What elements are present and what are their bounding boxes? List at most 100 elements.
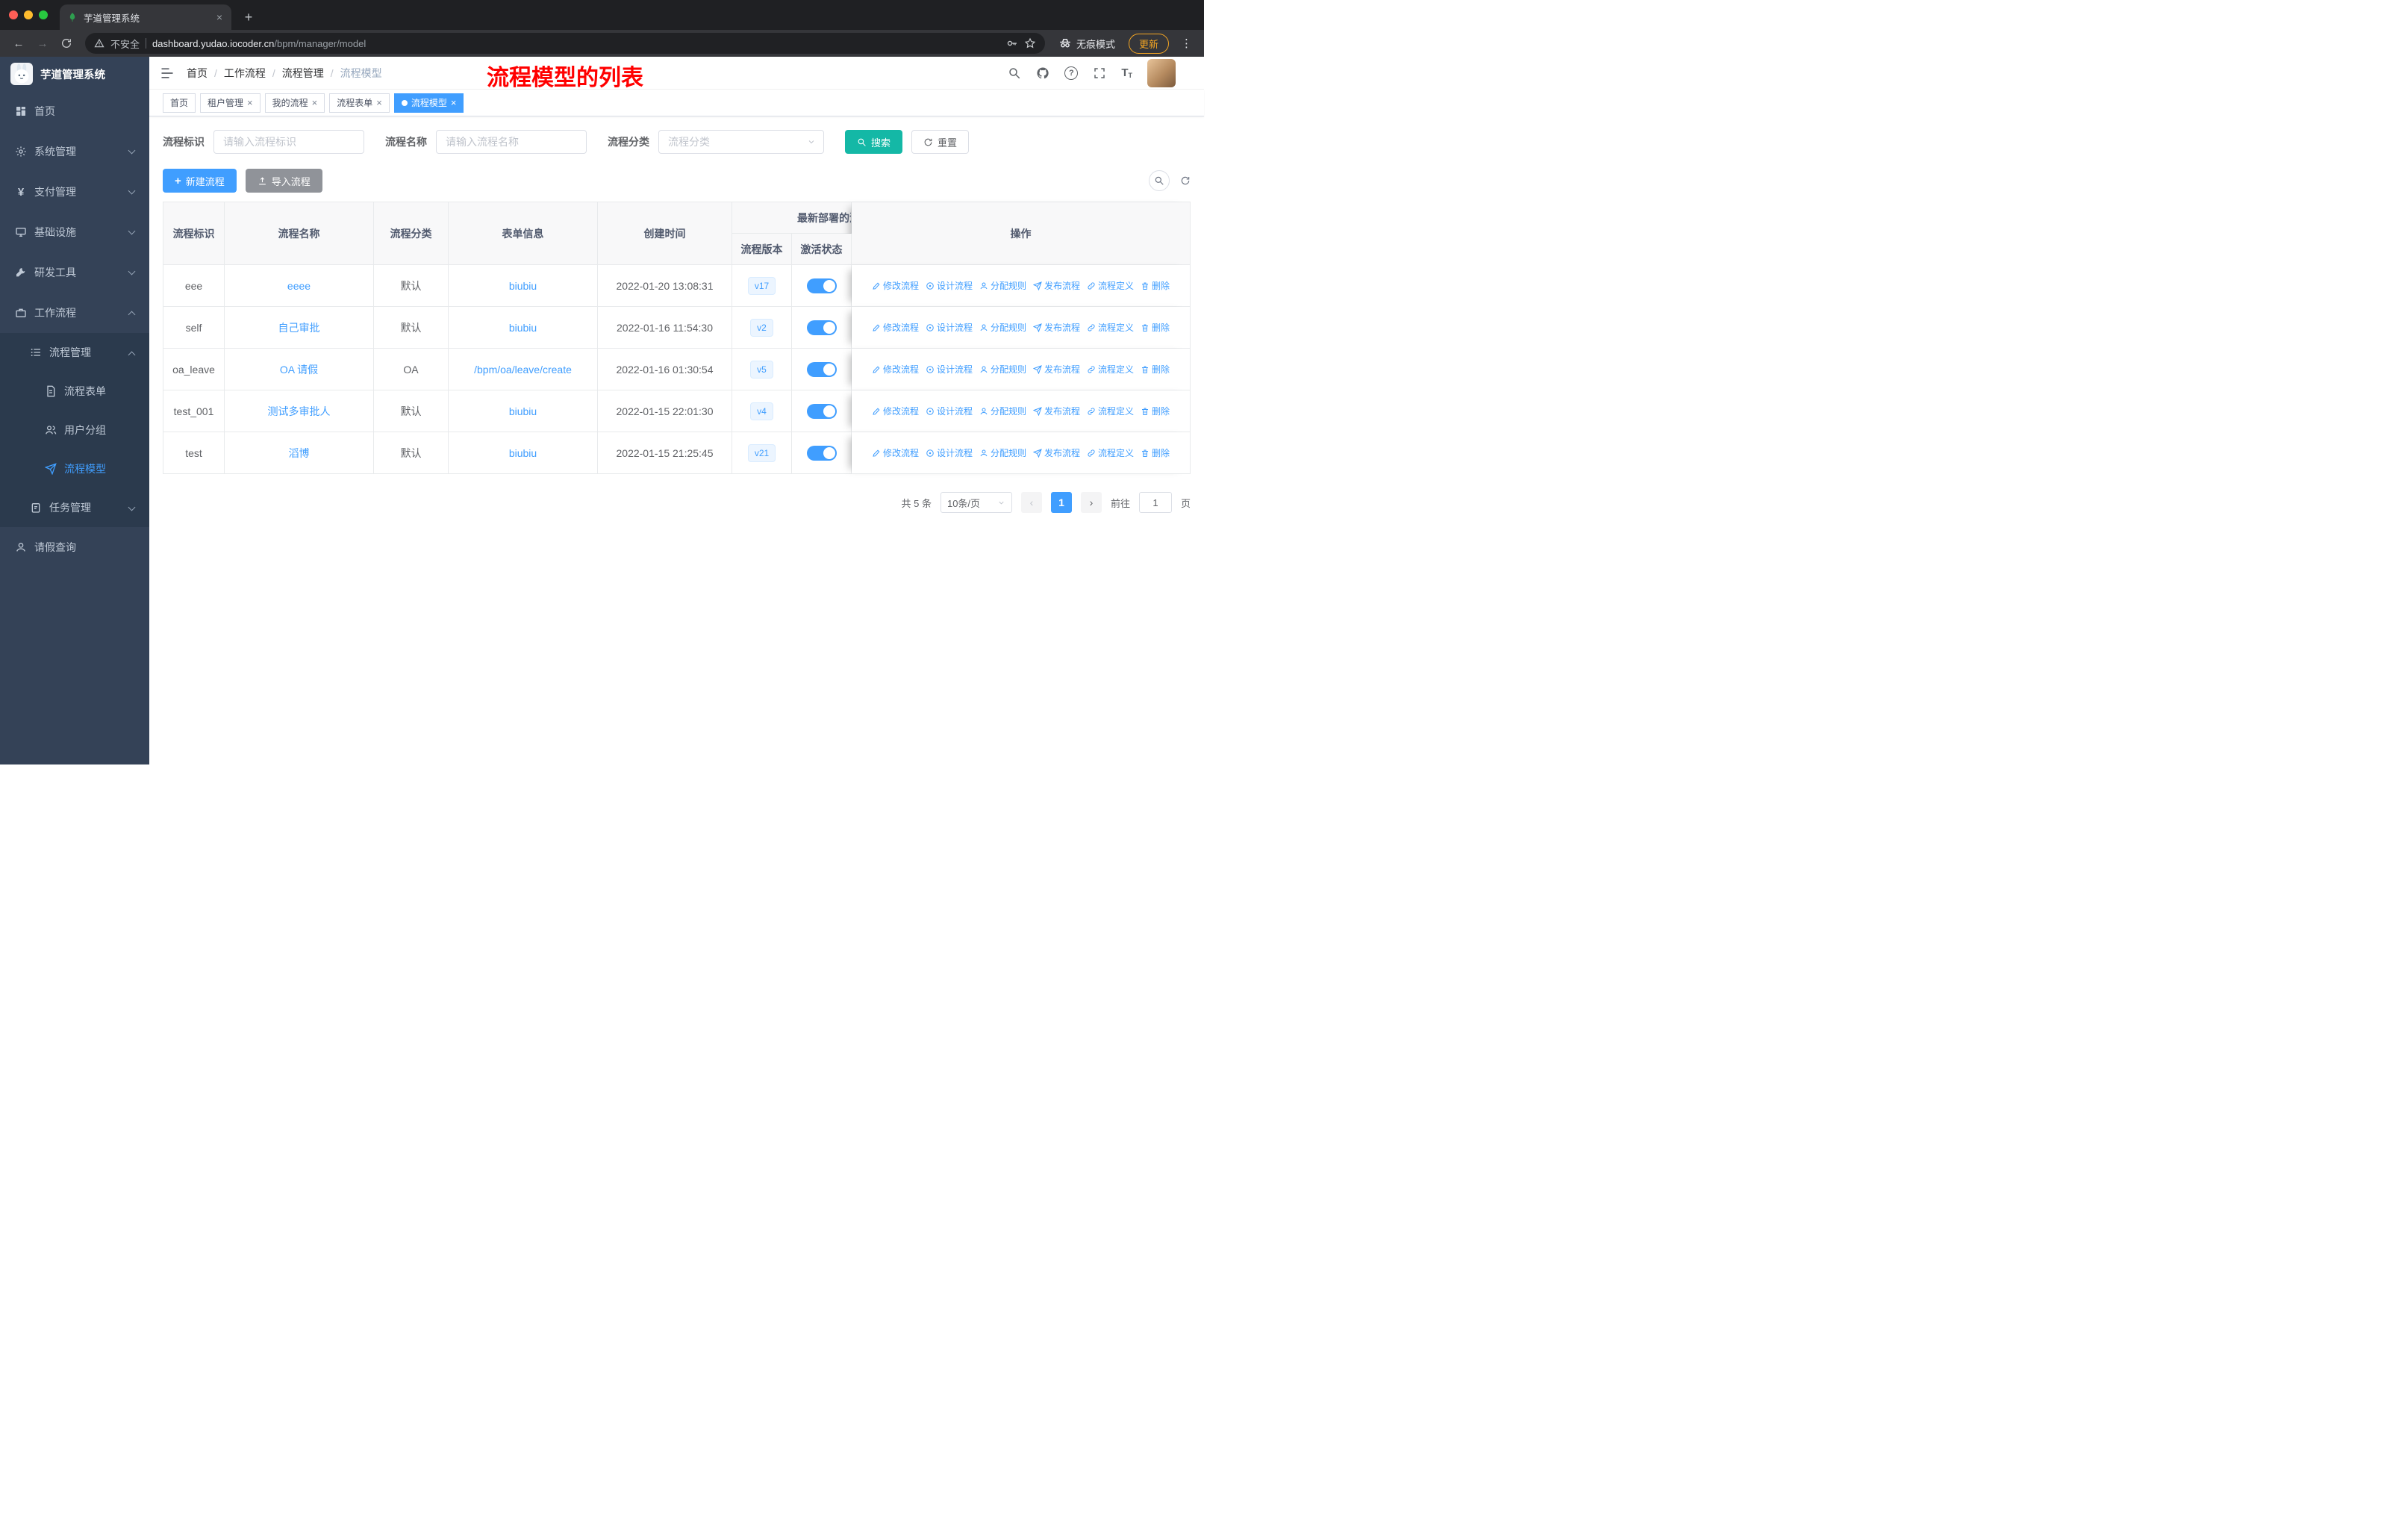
form-info-link[interactable]: biubiu — [509, 280, 537, 292]
action-design-link[interactable]: 设计流程 — [926, 363, 973, 376]
action-publish-link[interactable]: 发布流程 — [1033, 321, 1080, 334]
reset-button[interactable]: 重置 — [911, 130, 970, 154]
tag-close-icon[interactable]: × — [247, 98, 253, 108]
action-definition-link[interactable]: 流程定义 — [1087, 363, 1134, 376]
sidebar-item-leave-query[interactable]: 请假查询 — [0, 527, 149, 567]
reload-button[interactable] — [57, 34, 76, 53]
minimize-window-button[interactable] — [24, 10, 33, 19]
active-toggle[interactable] — [806, 320, 837, 335]
sidebar-collapse-icon[interactable] — [160, 66, 175, 81]
page-size-select[interactable]: 10条/页 — [940, 492, 1012, 513]
action-delete-link[interactable]: 删除 — [1141, 363, 1170, 376]
action-assign-rule-link[interactable]: 分配规则 — [979, 405, 1026, 417]
action-delete-link[interactable]: 删除 — [1141, 446, 1170, 459]
browser-menu-icon[interactable]: ⋮ — [1178, 37, 1195, 50]
help-icon[interactable]: ? — [1064, 66, 1079, 80]
import-process-button[interactable]: 导入流程 — [245, 169, 322, 193]
process-name-link[interactable]: 测试多审批人 — [268, 405, 331, 417]
browser-update-button[interactable]: 更新 — [1128, 33, 1169, 54]
tag-close-icon[interactable]: × — [312, 98, 318, 108]
action-modify-link[interactable]: 修改流程 — [872, 405, 919, 417]
form-info-link[interactable]: biubiu — [509, 405, 537, 417]
action-modify-link[interactable]: 修改流程 — [872, 363, 919, 376]
bookmark-star-icon[interactable] — [1024, 37, 1036, 49]
action-design-link[interactable]: 设计流程 — [926, 405, 973, 417]
action-publish-link[interactable]: 发布流程 — [1033, 446, 1080, 459]
font-size-icon[interactable]: TT — [1121, 66, 1132, 79]
tag-my-process[interactable]: 我的流程 × — [264, 93, 325, 113]
sidebar-item-user-group[interactable]: 用户分组 — [0, 411, 149, 449]
sidebar-item-process-form[interactable]: 流程表单 — [0, 372, 149, 411]
breadcrumb-process-mgmt[interactable]: 流程管理 — [282, 66, 324, 81]
sidebar-item-workflow[interactable]: 工作流程 — [0, 293, 149, 333]
action-assign-rule-link[interactable]: 分配规则 — [979, 363, 1026, 376]
form-info-link[interactable]: /bpm/oa/leave/create — [474, 364, 572, 376]
search-icon[interactable] — [1008, 66, 1021, 80]
tag-process-model[interactable]: 流程模型 × — [393, 93, 464, 113]
tab-close-icon[interactable]: × — [215, 11, 224, 23]
process-name-link[interactable]: eeee — [287, 280, 311, 292]
sidebar-item-process-model[interactable]: 流程模型 — [0, 449, 149, 488]
create-process-button[interactable]: + 新建流程 — [163, 169, 237, 193]
active-toggle[interactable] — [806, 278, 837, 293]
process-name-link[interactable]: 自己审批 — [278, 322, 320, 334]
action-modify-link[interactable]: 修改流程 — [872, 446, 919, 459]
zoom-window-button[interactable] — [39, 10, 48, 19]
action-delete-link[interactable]: 删除 — [1141, 321, 1170, 334]
form-info-link[interactable]: biubiu — [509, 447, 537, 459]
breadcrumb-workflow[interactable]: 工作流程 — [224, 66, 266, 81]
action-assign-rule-link[interactable]: 分配规则 — [979, 321, 1026, 334]
breadcrumb-home[interactable]: 首页 — [187, 66, 208, 81]
page-number-button[interactable]: 1 — [1050, 492, 1072, 513]
action-delete-link[interactable]: 删除 — [1141, 405, 1170, 417]
forward-button[interactable]: → — [33, 34, 52, 53]
sidebar-item-payment[interactable]: ¥ 支付管理 — [0, 172, 149, 212]
process-name-input[interactable] — [436, 130, 587, 154]
goto-page-input[interactable] — [1138, 492, 1172, 513]
user-avatar[interactable] — [1147, 58, 1176, 87]
action-modify-link[interactable]: 修改流程 — [872, 321, 919, 334]
password-key-icon[interactable] — [1006, 37, 1018, 49]
fullscreen-icon[interactable] — [1093, 66, 1106, 80]
address-bar[interactable]: 不安全 dashboard.yudao.iocoder.cn/bpm/manag… — [85, 33, 1045, 54]
action-publish-link[interactable]: 发布流程 — [1033, 405, 1080, 417]
github-icon[interactable] — [1036, 66, 1049, 80]
sidebar-item-home[interactable]: 首页 — [0, 91, 149, 131]
action-design-link[interactable]: 设计流程 — [926, 446, 973, 459]
action-design-link[interactable]: 设计流程 — [926, 279, 973, 292]
sidebar-item-infra[interactable]: 基础设施 — [0, 212, 149, 252]
new-tab-button[interactable]: + — [239, 7, 258, 27]
tag-process-form[interactable]: 流程表单 × — [329, 93, 390, 113]
sidebar-item-task-mgmt[interactable]: 任务管理 — [0, 488, 149, 527]
next-page-button[interactable]: › — [1080, 492, 1102, 513]
close-window-button[interactable] — [9, 10, 18, 19]
refresh-table-icon[interactable] — [1180, 175, 1191, 186]
browser-tab[interactable]: 芋道管理系统 × — [60, 4, 231, 30]
active-toggle[interactable] — [806, 403, 837, 419]
sidebar-item-system[interactable]: 系统管理 — [0, 131, 149, 172]
active-toggle[interactable] — [806, 445, 837, 461]
tag-close-icon[interactable]: × — [451, 98, 457, 108]
process-category-select[interactable]: 流程分类 — [658, 130, 824, 154]
action-delete-link[interactable]: 删除 — [1141, 279, 1170, 292]
back-button[interactable]: ← — [9, 34, 28, 53]
process-id-input[interactable] — [213, 130, 364, 154]
action-modify-link[interactable]: 修改流程 — [872, 279, 919, 292]
prev-page-button[interactable]: ‹ — [1020, 492, 1042, 513]
action-definition-link[interactable]: 流程定义 — [1087, 321, 1134, 334]
action-assign-rule-link[interactable]: 分配规则 — [979, 279, 1026, 292]
sidebar-item-process-mgmt[interactable]: 流程管理 — [0, 333, 149, 372]
toggle-search-button[interactable] — [1149, 170, 1170, 191]
sidebar-item-dev-tools[interactable]: 研发工具 — [0, 252, 149, 293]
form-info-link[interactable]: biubiu — [509, 322, 537, 334]
search-button[interactable]: 搜索 — [845, 130, 903, 154]
action-publish-link[interactable]: 发布流程 — [1033, 363, 1080, 376]
tag-tenant-mgmt[interactable]: 租户管理 × — [200, 93, 261, 113]
tag-close-icon[interactable]: × — [376, 98, 382, 108]
action-publish-link[interactable]: 发布流程 — [1033, 279, 1080, 292]
action-design-link[interactable]: 设计流程 — [926, 321, 973, 334]
action-assign-rule-link[interactable]: 分配规则 — [979, 446, 1026, 459]
action-definition-link[interactable]: 流程定义 — [1087, 279, 1134, 292]
process-name-link[interactable]: 滔博 — [289, 447, 310, 459]
action-definition-link[interactable]: 流程定义 — [1087, 446, 1134, 459]
